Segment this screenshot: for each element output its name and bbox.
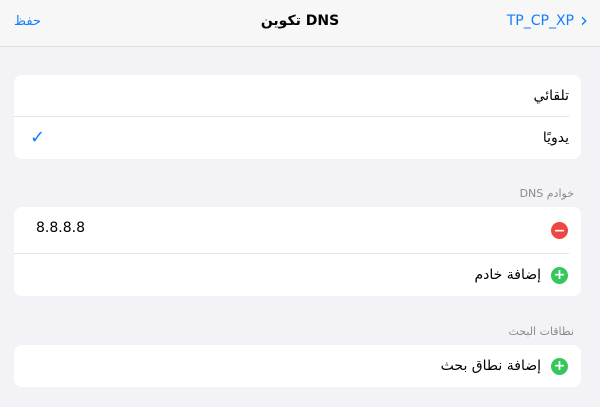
add-server-row[interactable]: + إضافة خادم bbox=[14, 254, 581, 296]
mode-manual-label: يدويًا bbox=[542, 130, 569, 146]
navigation-bar: حفظ تكوين DNS TP_CP_XP › bbox=[0, 0, 600, 47]
checkmark-icon: ✓ bbox=[30, 127, 46, 148]
add-server-label: إضافة خادم bbox=[474, 267, 541, 283]
dns-server-row: − 8.8.8.8 bbox=[14, 207, 581, 254]
dns-mode-group: تلقائي يدويًا ✓ bbox=[14, 75, 581, 159]
add-search-domain-icon[interactable]: + bbox=[551, 357, 568, 375]
back-label: TP_CP_XP bbox=[506, 13, 574, 29]
remove-server-icon[interactable]: − bbox=[551, 222, 568, 239]
add-search-domain-label: إضافة نطاق بحث bbox=[440, 358, 541, 374]
dns-servers-group: − 8.8.8.8 + إضافة خادم bbox=[14, 207, 581, 296]
mode-option-manual[interactable]: يدويًا ✓ bbox=[14, 117, 581, 159]
mode-auto-label: تلقائي bbox=[533, 88, 569, 104]
dns-server-address[interactable]: 8.8.8.8 bbox=[36, 220, 85, 236]
add-search-domain-row[interactable]: + إضافة نطاق بحث bbox=[14, 345, 581, 387]
dns-servers-header: خوادم DNS bbox=[519, 187, 574, 200]
chevron-right-icon: › bbox=[580, 8, 588, 32]
back-button[interactable]: TP_CP_XP › bbox=[506, 8, 588, 32]
add-server-icon[interactable]: + bbox=[551, 266, 568, 284]
search-domains-group: + إضافة نطاق بحث bbox=[14, 345, 581, 387]
search-domains-header: نطاقات البحث bbox=[508, 325, 574, 338]
mode-option-auto[interactable]: تلقائي bbox=[14, 75, 581, 117]
